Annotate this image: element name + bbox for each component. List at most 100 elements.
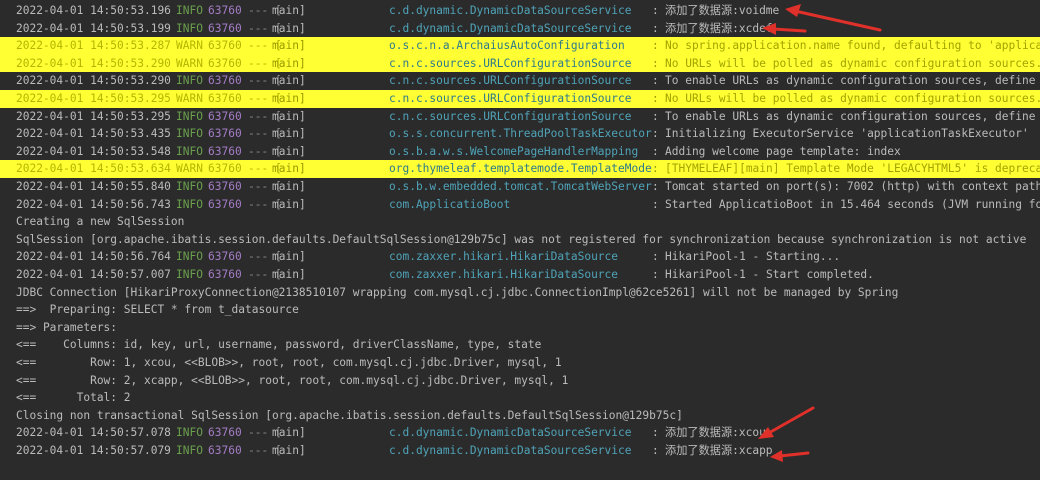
log-pid: 63760	[208, 21, 242, 35]
log-level: INFO	[176, 444, 203, 457]
log-thread: main]	[272, 4, 306, 17]
log-timestamp: 2022-04-01 14:50:57.079	[16, 444, 171, 457]
log-colon: :	[652, 56, 659, 70]
log-logger: c.n.c.sources.URLConfigurationSource	[389, 109, 632, 123]
console-text-line: <== Columns: id, key, url, username, pas…	[0, 336, 1040, 354]
log-level: INFO	[176, 127, 203, 141]
log-logger: o.s.s.concurrent.ThreadPoolTaskExecutor	[389, 127, 652, 141]
log-thread: main]	[272, 197, 306, 211]
log-level: INFO	[176, 250, 203, 264]
log-message: No spring.application.name found, defaul…	[665, 39, 1040, 53]
log-level: WARN	[176, 56, 203, 70]
log-level: INFO	[176, 4, 203, 17]
log-logger: c.d.dynamic.DynamicDataSourceService	[389, 4, 632, 17]
log-line: 2022-04-01 14:50:53.295 INFO 63760 --- [mai…	[0, 108, 1040, 126]
console-text: Closing non transactional SqlSession [or…	[16, 408, 683, 422]
log-logger: o.s.b.w.embedded.tomcat.TomcatWebServer	[389, 180, 652, 193]
log-pid: 63760	[208, 56, 242, 70]
log-line: 2022-04-01 14:50:53.290 WARN 63760 --- [mai…	[0, 54, 1040, 73]
log-timestamp: 2022-04-01 14:50:57.078	[16, 426, 171, 440]
log-message: To enable URLs as dynamic configuration …	[665, 74, 1040, 88]
log-line: 2022-04-01 14:50:53.295 WARN 63760 --- [mai…	[0, 90, 1040, 108]
log-message: 添加了数据源:xcapp	[665, 444, 773, 457]
log-logger: org.thymeleaf.templatemode.TemplateMode	[389, 162, 652, 176]
log-message: 添加了数据源:xcdef	[665, 21, 773, 35]
log-thread: main]	[272, 127, 306, 141]
log-message: HikariPool-1 - Start completed.	[665, 268, 874, 281]
log-logger: c.n.c.sources.URLConfigurationSource	[389, 56, 632, 70]
log-timestamp: 2022-04-01 14:50:53.634	[16, 162, 171, 176]
log-message: Initializing ExecutorService 'applicatio…	[665, 127, 1029, 141]
log-colon: :	[652, 426, 659, 440]
console-text-line: ==> Preparing: SELECT * from t_datasourc…	[0, 301, 1040, 319]
console-text: <== Columns: id, key, url, username, pas…	[16, 338, 542, 352]
log-thread: main]	[272, 180, 306, 193]
console-text-line: SqlSession [org.apache.ibatis.session.de…	[0, 231, 1040, 249]
log-colon: :	[652, 74, 659, 88]
log-line: 2022-04-01 14:50:53.196 INFO 63760 --- [mai…	[0, 2, 1040, 20]
log-level: WARN	[176, 39, 203, 53]
log-colon: :	[652, 92, 659, 105]
log-thread: main]	[272, 144, 306, 158]
log-colon: :	[652, 180, 659, 193]
log-timestamp: 2022-04-01 14:50:53.290	[16, 74, 171, 88]
log-logger: c.n.c.sources.URLConfigurationSource	[389, 92, 632, 105]
log-line: 2022-04-01 14:50:56.764 INFO 63760 --- [mai…	[0, 248, 1040, 266]
log-thread: main]	[272, 162, 306, 176]
console-text-line: <== Total: 2	[0, 389, 1040, 407]
log-colon: :	[652, 21, 659, 35]
log-level: INFO	[176, 426, 203, 440]
log-level: INFO	[176, 21, 203, 35]
log-timestamp: 2022-04-01 14:50:53.196	[16, 4, 171, 17]
log-thread: main]	[272, 56, 306, 70]
log-message: HikariPool-1 - Starting...	[665, 250, 841, 264]
console-text: ==> Preparing: SELECT * from t_datasourc…	[16, 303, 299, 317]
log-logger: com.zaxxer.hikari.HikariDataSource	[389, 250, 619, 264]
console-text: <== Row: 2, xcapp, <<BLOB>>, root, root,…	[16, 373, 569, 387]
log-thread: main]	[272, 444, 306, 457]
log-thread: main]	[272, 74, 306, 88]
log-pid: 63760	[208, 444, 242, 457]
log-thread: main]	[272, 426, 306, 440]
log-colon: :	[652, 268, 659, 281]
log-level: WARN	[176, 162, 203, 176]
log-pid: 63760	[208, 92, 242, 105]
log-timestamp: 2022-04-01 14:50:57.007	[16, 268, 171, 281]
log-line: 2022-04-01 14:50:53.199 INFO 63760 --- [mai…	[0, 20, 1040, 38]
log-timestamp: 2022-04-01 14:50:53.548	[16, 144, 171, 158]
log-timestamp: 2022-04-01 14:50:56.764	[16, 250, 171, 264]
console-text-line: ==> Parameters:	[0, 319, 1040, 337]
log-logger: o.s.b.a.w.s.WelcomePageHandlerMapping	[389, 144, 639, 158]
log-timestamp: 2022-04-01 14:50:55.840	[16, 180, 171, 193]
console-text-line: <== Row: 2, xcapp, <<BLOB>>, root, root,…	[0, 372, 1040, 390]
log-line: 2022-04-01 14:50:53.290 INFO 63760 --- [mai…	[0, 72, 1040, 90]
log-timestamp: 2022-04-01 14:50:53.295	[16, 92, 171, 105]
log-colon: :	[652, 109, 659, 123]
log-pid: 63760	[208, 250, 242, 264]
log-level: INFO	[176, 197, 203, 211]
log-line: 2022-04-01 14:50:56.743 INFO 63760 --- [mai…	[0, 196, 1040, 214]
log-line: 2022-04-01 14:50:55.840 INFO 63760 --- [mai…	[0, 178, 1040, 196]
log-logger: com.ApplicatioBoot	[389, 197, 511, 211]
log-message: No URLs will be polled as dynamic config…	[665, 56, 1040, 70]
log-line: 2022-04-01 14:50:53.287 WARN 63760 --- [mai…	[0, 37, 1040, 55]
log-message: To enable URLs as dynamic configuration …	[665, 109, 1040, 123]
log-line: 2022-04-01 14:50:57.007 INFO 63760 --- [mai…	[0, 266, 1040, 284]
log-pid: 63760	[208, 4, 242, 17]
log-logger: c.d.dynamic.DynamicDataSourceService	[389, 21, 632, 35]
log-colon: :	[652, 162, 659, 176]
console-text: JDBC Connection [HikariProxyConnection@2…	[16, 285, 899, 299]
log-timestamp: 2022-04-01 14:50:53.295	[16, 109, 171, 123]
log-message: Tomcat started on port(s): 7002 (http) w…	[665, 180, 1040, 193]
log-line: 2022-04-01 14:50:57.079 INFO 63760 --- [mai…	[0, 442, 1040, 460]
log-logger: c.d.dynamic.DynamicDataSourceService	[389, 426, 632, 440]
console-output[interactable]: 2022-04-01 14:50:53.196 INFO 63760 --- [mai…	[0, 0, 1040, 480]
log-thread: main]	[272, 21, 306, 35]
log-colon: :	[652, 144, 659, 158]
console-text: ==> Parameters:	[16, 320, 124, 334]
log-level: INFO	[176, 74, 203, 88]
console-text: SqlSession [org.apache.ibatis.session.de…	[16, 232, 1027, 246]
log-colon: :	[652, 39, 659, 53]
log-level: INFO	[176, 109, 203, 123]
log-thread: main]	[272, 268, 306, 281]
